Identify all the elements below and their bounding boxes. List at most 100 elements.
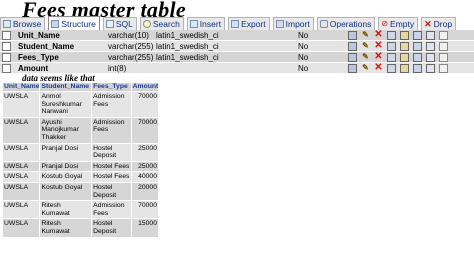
primary-key-icon[interactable] [348,41,357,51]
index-icon[interactable] [400,63,409,73]
relation-icon[interactable] [426,30,435,40]
row-checkbox[interactable] [2,30,11,40]
table-row: UWSLA Pranjal Dosi Hostel Fees 25000 [3,161,158,172]
field-attributes [246,51,296,63]
index-icon[interactable] [400,52,409,62]
cell-student-name: Pranjal Dosi [40,161,92,172]
relation-icon[interactable] [426,63,435,73]
row-checkbox[interactable] [2,41,11,51]
field-name: Amount [16,62,106,74]
field-type: varchar(10) [106,30,154,41]
cell-amount: 70000 [131,201,158,219]
field-null: No [296,51,346,63]
unique-icon[interactable] [387,41,396,51]
tab-structure[interactable]: Structure [48,16,100,30]
operations-icon [319,20,328,28]
fulltext-icon[interactable] [413,30,422,40]
delete-icon[interactable]: ✕ [374,41,383,51]
more-icon[interactable] [439,63,448,73]
cell-amount: 40000 [131,172,158,182]
cell-amount: 70000 [131,117,158,143]
header-amount[interactable]: Amount [131,83,158,91]
structure-row: Fees_Type varchar(255) latin1_swedish_ci No… [0,51,474,63]
index-icon[interactable] [400,41,409,51]
tab-empty[interactable]: ⊘ Empty [378,17,419,30]
tab-search[interactable]: Search [139,17,184,30]
cell-fees-type: Admission Fees [92,92,131,117]
index-icon[interactable] [400,30,409,40]
cell-unit-name: UWSLA [3,117,40,143]
edit-icon[interactable]: ✎ [361,64,370,73]
structure-table: Unit_Name varchar(10) latin1_swedish_ci No ✎… [0,30,474,74]
row-checkbox[interactable] [2,52,11,62]
cell-fees-type: Hostel Fees [92,161,131,172]
tab-label: Import [285,19,310,29]
tab-operations[interactable]: Operations [316,17,376,30]
delete-icon[interactable]: ✕ [374,52,383,62]
primary-key-icon[interactable] [348,52,357,62]
fulltext-icon[interactable] [413,52,422,62]
export-icon [231,20,240,28]
tab-insert[interactable]: Insert [186,17,226,30]
cell-fees-type: Admission Fees [92,201,131,219]
tab-bar: Browse Structure SQL Search Insert Expor… [0,16,474,30]
tab-sql[interactable]: SQL [102,17,137,30]
row-actions: ✎ ✕ [346,30,474,41]
cell-fees-type: Hostel Deposit [92,143,131,161]
tab-browse[interactable]: Browse [0,17,46,30]
cell-unit-name: UWSLA [3,143,40,161]
sql-icon [105,20,114,28]
edit-icon[interactable]: ✎ [361,42,370,51]
structure-icon [51,19,60,28]
more-icon[interactable] [439,41,448,51]
row-checkbox[interactable] [2,63,11,73]
tab-label: Insert [199,19,222,29]
cell-student-name: Kostub Goyal [40,172,92,182]
tab-label: SQL [115,19,133,29]
unique-icon[interactable] [387,52,396,62]
cell-unit-name: UWSLA [3,201,40,219]
field-name: Student_Name [16,40,106,52]
tab-export[interactable]: Export [228,17,270,30]
relation-icon[interactable] [426,41,435,51]
relation-icon[interactable] [426,52,435,62]
unique-icon[interactable] [387,63,396,73]
header-student-name[interactable]: Student_Name [40,83,92,91]
table-row: UWSLA Pranjal Dosi Hostel Deposit 25000 [3,143,158,161]
header-unit-name[interactable]: Unit_Name [3,83,40,91]
edit-icon[interactable]: ✎ [361,53,370,62]
edit-icon[interactable]: ✎ [361,31,370,40]
more-icon[interactable] [439,30,448,40]
tab-label: Empty [390,19,415,29]
delete-icon[interactable]: ✕ [374,30,383,40]
tab-label: Search [152,19,180,29]
cell-student-name: Ritesh Kumawat [40,219,92,237]
search-icon [142,20,151,28]
field-type: varchar(255) [106,40,154,52]
cell-amount: 70000 [131,92,158,117]
header-fees-type[interactable]: Fees_Type [92,83,131,91]
table-row: UWSLA Ritesh Kumawat Admission Fees 70000 [3,201,158,219]
delete-icon[interactable]: ✕ [374,63,383,73]
more-icon[interactable] [439,52,448,62]
cell-fees-type: Hostel Deposit [92,182,131,201]
tab-drop[interactable]: ✕ Drop [421,17,457,30]
cell-student-name: Ritesh Kumawat [40,201,92,219]
cell-fees-type: Hostel Deposit [92,219,131,237]
field-type: varchar(255) [106,51,154,63]
cell-unit-name: UWSLA [3,172,40,182]
browse-icon [3,20,11,28]
tab-label: Structure [61,18,96,29]
tab-label: Operations [329,19,372,29]
cell-unit-name: UWSLA [3,182,40,201]
table-row: UWSLA Kostub Goyal Hostel Fees 40000 [3,172,158,182]
unique-icon[interactable] [387,30,396,40]
primary-key-icon[interactable] [348,63,357,73]
table-row: UWSLA Anmol Sureshkumar Nanwani Admission … [3,92,158,117]
primary-key-icon[interactable] [348,30,357,40]
fulltext-icon[interactable] [413,63,422,73]
field-attributes [246,62,296,74]
row-actions: ✎ ✕ [346,62,474,74]
fulltext-icon[interactable] [413,41,422,51]
tab-import[interactable]: Import [272,17,314,30]
